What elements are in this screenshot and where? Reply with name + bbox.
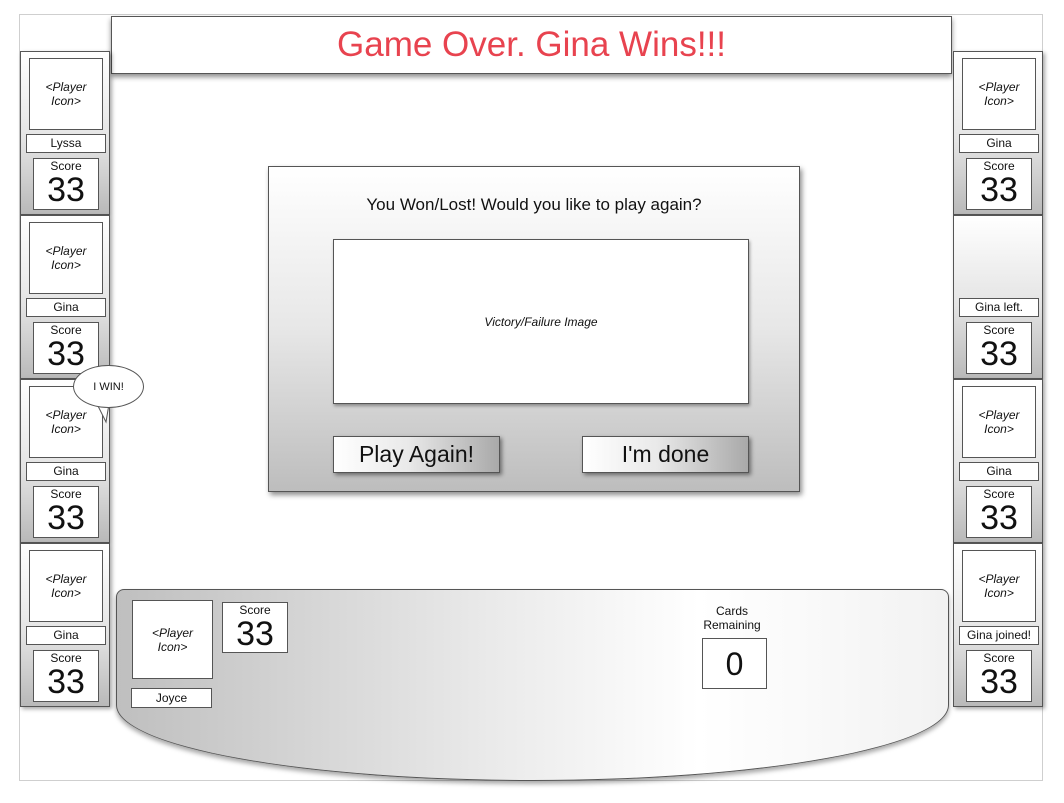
score-value: 33	[980, 171, 1018, 209]
player-status: Gina joined!	[959, 626, 1039, 645]
player-icon[interactable]: <Player Icon>	[29, 550, 103, 622]
speech-bubble-text: I WIN!	[93, 380, 124, 393]
player-panel: <Player Icon> Gina Score 33	[20, 543, 110, 707]
player-panel: <Player Icon> Lyssa Score 33	[20, 51, 110, 215]
victory-failure-image: Victory/Failure Image	[333, 239, 749, 404]
score-value: 33	[980, 499, 1018, 537]
right-player-column: <Player Icon> Gina Score 33 Gina left. S…	[953, 51, 1043, 707]
player-panel: <Player Icon> Gina Score 33	[953, 51, 1043, 215]
player-name: Gina	[26, 626, 106, 645]
player-icon[interactable]: <Player Icon>	[29, 58, 103, 130]
cards-remaining-count: 0	[702, 638, 767, 689]
score-box: Score 33	[222, 602, 288, 653]
score-box: Score 33	[33, 158, 99, 210]
player-name: Gina	[26, 298, 106, 317]
player-name: Lyssa	[26, 134, 106, 153]
score-value: 33	[236, 615, 274, 653]
player-icon[interactable]: <Player Icon>	[29, 222, 103, 294]
player-name: Gina	[959, 462, 1039, 481]
player-panel: <Player Icon> Gina Score 33	[20, 215, 110, 379]
score-box: Score 33	[33, 322, 99, 374]
score-value: 33	[47, 499, 85, 537]
player-status: Gina left.	[959, 298, 1039, 317]
player-name: Joyce	[131, 688, 212, 708]
player-panel-empty: Gina left. Score 33	[953, 215, 1043, 379]
score-value: 33	[980, 335, 1018, 373]
player-icon[interactable]: <Player Icon>	[962, 550, 1036, 622]
score-box: Score 33	[33, 486, 99, 538]
cards-remaining-label: Cards Remaining	[703, 604, 761, 632]
score-box: Score 33	[966, 158, 1032, 210]
player-panel: <Player Icon> Gina Score 33	[953, 379, 1043, 543]
speech-bubble: I WIN!	[73, 365, 144, 408]
title-bar: Game Over. Gina Wins!!!	[111, 16, 952, 74]
score-box: Score 33	[33, 650, 99, 702]
score-box: Score 33	[966, 486, 1032, 538]
score-box: Score 33	[966, 322, 1032, 374]
score-value: 33	[47, 171, 85, 209]
player-icon[interactable]: <Player Icon>	[962, 58, 1036, 130]
player-name: Gina	[959, 134, 1039, 153]
score-value: 33	[47, 663, 85, 701]
dialog-message: You Won/Lost! Would you like to play aga…	[366, 195, 702, 214]
player-panel: <Player Icon> Gina joined! Score 33	[953, 543, 1043, 707]
game-over-dialog: You Won/Lost! Would you like to play aga…	[268, 166, 800, 492]
score-value: 33	[47, 335, 85, 373]
score-box: Score 33	[966, 650, 1032, 702]
score-value: 33	[980, 663, 1018, 701]
im-done-button[interactable]: I'm done	[582, 436, 749, 473]
player-icon[interactable]: <Player Icon>	[132, 600, 213, 679]
player-name: Gina	[26, 462, 106, 481]
play-again-button[interactable]: Play Again!	[333, 436, 500, 473]
player-icon[interactable]: <Player Icon>	[962, 386, 1036, 458]
game-status-title: Game Over. Gina Wins!!!	[337, 25, 726, 64]
